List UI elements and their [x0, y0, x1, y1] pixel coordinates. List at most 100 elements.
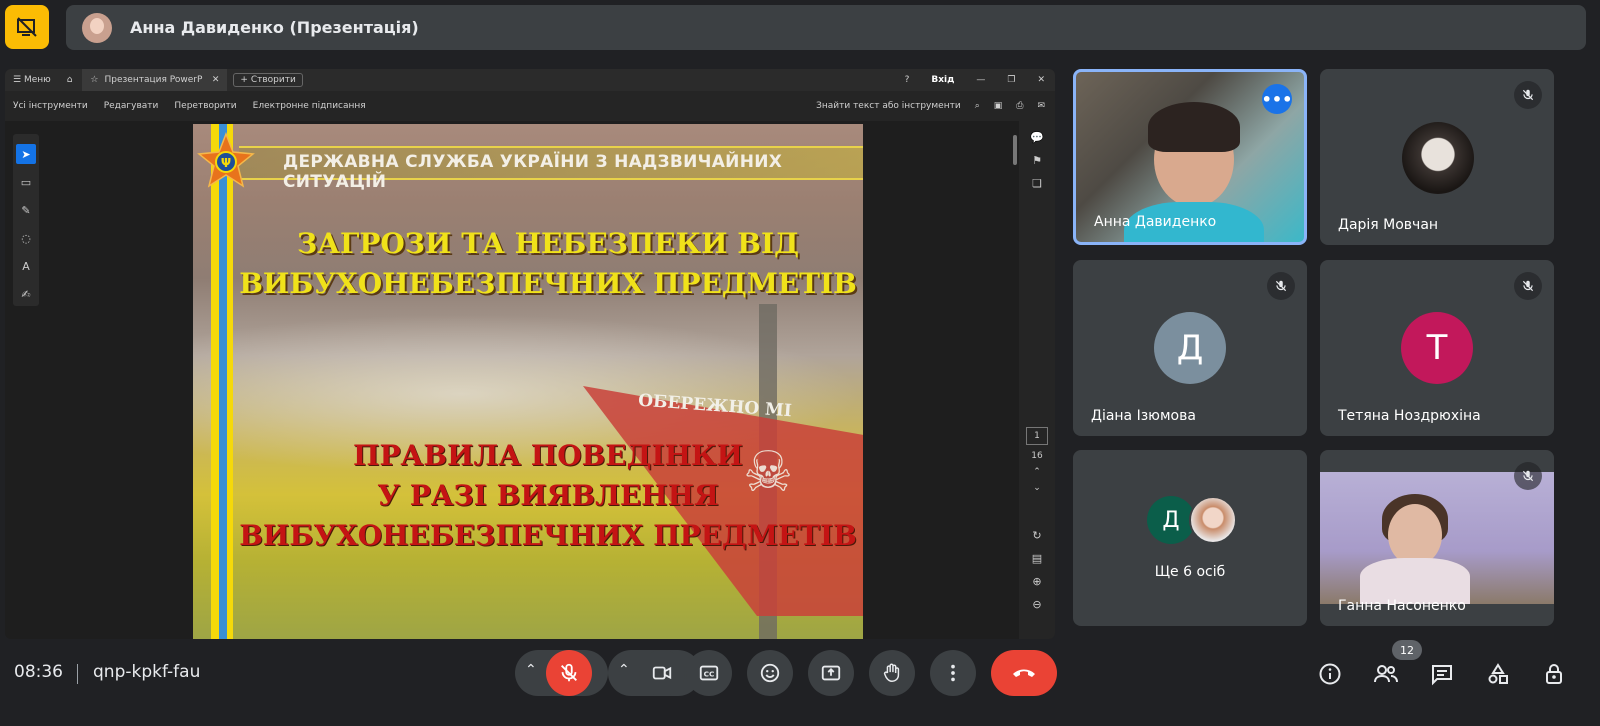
participant-name: Діана Ізюмова: [1091, 408, 1196, 424]
end-call-icon: [1013, 669, 1035, 677]
home-icon[interactable]: ⌂: [67, 75, 73, 85]
present-now-button[interactable]: [808, 650, 854, 696]
comment-tool-icon[interactable]: ▭: [16, 172, 36, 192]
video-options-chevron-icon[interactable]: ⌃: [618, 662, 630, 678]
svg-text:CC: CC: [704, 670, 715, 679]
presenter-bar: Анна Давиденко (Презентація): [66, 5, 1586, 50]
edit-menu[interactable]: Редагувати: [104, 101, 159, 111]
svg-text:Ψ: Ψ: [221, 156, 231, 170]
shapes-icon: [1488, 663, 1508, 684]
help-icon[interactable]: ?: [905, 75, 910, 85]
camera-toggle-button[interactable]: [639, 650, 685, 696]
sign-tool-icon[interactable]: ✍: [16, 284, 36, 304]
find-tools-field[interactable]: Знайти текст або інструменти: [816, 101, 961, 111]
more-options-button[interactable]: •••: [1262, 84, 1292, 114]
flag-stripe-yellow-2: [227, 124, 233, 639]
rotate-icon[interactable]: ↻: [1032, 529, 1041, 542]
search-icon[interactable]: ⌕: [975, 101, 980, 111]
participant-tile-anna[interactable]: ••• Анна Давиденко: [1073, 69, 1307, 245]
viewer-menu-button[interactable]: ☰ Меню: [13, 75, 51, 85]
all-tools-menu[interactable]: Усі інструменти: [13, 101, 88, 111]
zoom-in-icon[interactable]: ⊕: [1032, 575, 1041, 588]
page-navigator: 1 16 ⌃ ⌄: [1023, 427, 1051, 493]
presentation-slide: ОБЕРЕЖНО МІ ☠ Ψ ДЕРЖАВНА СЛУЖБА УКРАЇНИ …: [193, 124, 863, 639]
bookmark-icon[interactable]: ⚑: [1032, 154, 1042, 167]
slide-title: ЗАГРОЗИ ТА НЕБЕЗПЕКИ ВІД ВИБУХОНЕБЕЗПЕЧН…: [193, 224, 863, 304]
people-icon: [1374, 665, 1398, 683]
participant-name: Анна Давиденко: [1094, 214, 1217, 230]
annotation-tools: ➤ ▭ ✎ ◌ A ✍: [13, 134, 39, 306]
emoji-icon: [760, 663, 780, 683]
prev-page-icon[interactable]: ⌃: [1033, 467, 1041, 477]
zoom-out-icon[interactable]: ⊖: [1032, 598, 1041, 611]
audio-options-group: ⌃: [515, 650, 608, 696]
print-icon[interactable]: ⎙: [1016, 101, 1023, 111]
activities-button[interactable]: [1480, 656, 1516, 692]
slide-title-line-1: ЗАГРОЗИ ТА НЕБЕЗПЕКИ ВІД: [297, 227, 799, 260]
new-tab-button[interactable]: + Створити: [233, 73, 303, 87]
select-tool-icon[interactable]: ➤: [16, 144, 36, 164]
raise-hand-button[interactable]: [869, 650, 915, 696]
signin-button[interactable]: Вхід: [931, 75, 954, 85]
stop-presenting-button[interactable]: [5, 5, 49, 49]
pages-icon[interactable]: ❏: [1032, 177, 1042, 190]
camera-icon: [652, 666, 672, 680]
slide-title-line-2: ВИБУХОНЕБЕЗПЕЧНИХ ПРЕДМЕТІВ: [239, 267, 857, 300]
lock-person-icon: [1546, 664, 1562, 684]
new-tab-label: Створити: [250, 75, 296, 85]
participant-avatar: Д: [1154, 312, 1226, 384]
mail-icon[interactable]: ✉: [1037, 101, 1045, 111]
tab-presentation-label: Презентация PowerP: [104, 75, 203, 85]
viewer-menu-label: Меню: [23, 75, 51, 85]
next-page-icon[interactable]: ⌄: [1033, 483, 1041, 493]
star-icon[interactable]: ☆: [90, 75, 98, 85]
participant-tile-dariia[interactable]: Дарія Мовчан: [1320, 69, 1554, 245]
participant-avatar-photo: [1402, 122, 1474, 194]
participant-name: Тетяна Ноздрюхіна: [1338, 408, 1481, 424]
current-page-field[interactable]: 1: [1026, 427, 1048, 445]
zoom-tools: ↻ ▤ ⊕ ⊖: [1023, 529, 1051, 611]
participant-tile-others[interactable]: Д Ще 6 осіб: [1073, 450, 1307, 626]
participant-tile-diana[interactable]: Д Діана Ізюмова: [1073, 260, 1307, 436]
vertical-scrollbar[interactable]: [1013, 135, 1017, 165]
host-controls-button[interactable]: [1536, 656, 1572, 692]
leave-call-button[interactable]: [991, 650, 1057, 696]
reactions-button[interactable]: [747, 650, 793, 696]
people-button[interactable]: [1368, 656, 1404, 692]
chat-button[interactable]: [1424, 656, 1460, 692]
slide-subtitle: ПРАВИЛА ПОВЕДІНКИ У РАЗІ ВИЯВЛЕННЯ ВИБУХ…: [193, 436, 863, 556]
audio-options-chevron-icon[interactable]: ⌃: [525, 662, 537, 678]
viewer-tab-bar: ☰ Меню ⌂ ☆ Презентация PowerP ✕ + Створи…: [5, 69, 1055, 91]
mic-toggle-button[interactable]: [546, 650, 592, 696]
meeting-time: 08:36: [14, 662, 63, 682]
flag-stripe-blue: [219, 124, 227, 639]
presenter-avatar: [82, 12, 112, 43]
more-options-button[interactable]: [930, 650, 976, 696]
total-pages: 16: [1031, 451, 1043, 461]
convert-menu[interactable]: Перетворити: [174, 101, 236, 111]
close-tab-icon[interactable]: ✕: [212, 75, 220, 85]
shared-screen: ☰ Меню ⌂ ☆ Презентация PowerP ✕ + Створи…: [5, 69, 1055, 639]
meeting-info-button[interactable]: [1312, 656, 1348, 692]
save-icon[interactable]: ▣: [994, 101, 1003, 111]
participant-tile-tetiana[interactable]: Т Тетяна Ноздрюхіна: [1320, 260, 1554, 436]
page-fit-icon[interactable]: ▤: [1032, 552, 1042, 565]
minimize-icon[interactable]: —: [976, 75, 985, 85]
tab-presentation[interactable]: ☆ Презентация PowerP ✕: [82, 69, 228, 91]
flag-stripe-yellow: [211, 124, 219, 639]
chat-icon: [1432, 665, 1452, 686]
esign-menu[interactable]: Електронне підписання: [253, 101, 366, 111]
maximize-icon[interactable]: ❐: [1007, 75, 1015, 85]
participant-avatar-photo: [1189, 496, 1237, 544]
captions-button[interactable]: CC: [686, 650, 732, 696]
pen-tool-icon[interactable]: ✎: [16, 200, 36, 220]
lasso-tool-icon[interactable]: ◌: [16, 228, 36, 248]
text-tool-icon[interactable]: A: [16, 256, 36, 276]
comments-icon[interactable]: 💬: [1030, 131, 1044, 144]
close-window-icon[interactable]: ✕: [1037, 75, 1045, 85]
participant-tile-hanna[interactable]: Ганна Насоненко: [1320, 450, 1554, 626]
participant-avatar: Д: [1147, 496, 1195, 544]
participant-avatar: Т: [1401, 312, 1473, 384]
participant-name: Ще 6 осіб: [1154, 564, 1226, 580]
viewer-toolbar: Усі інструменти Редагувати Перетворити Е…: [5, 91, 1055, 121]
